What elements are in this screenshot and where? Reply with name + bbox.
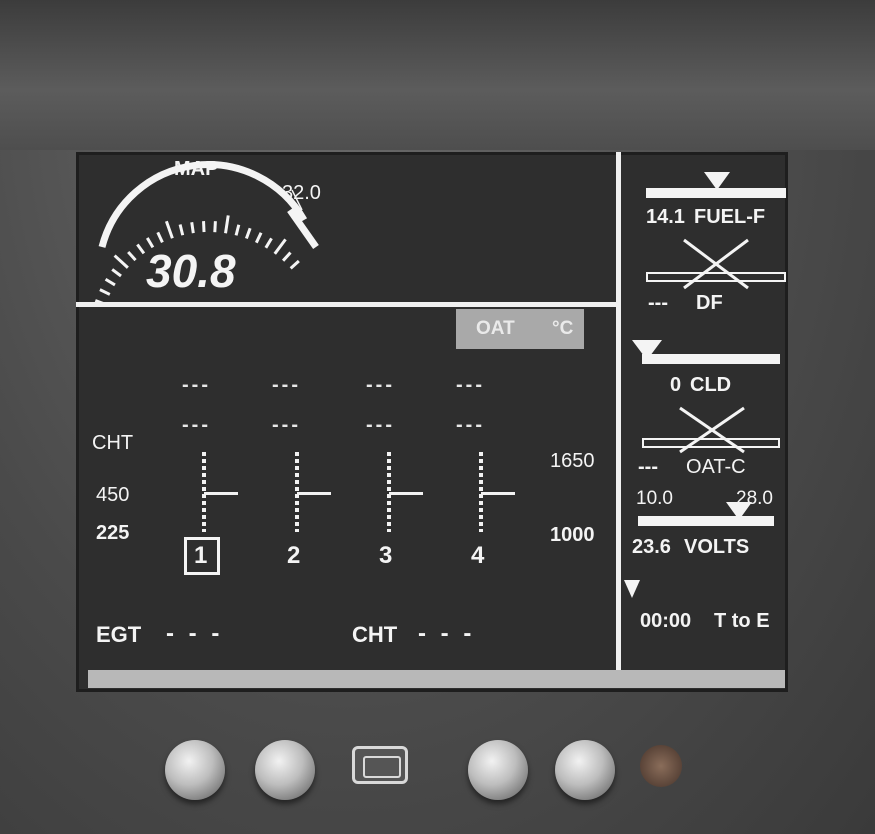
cylinder-3-label[interactable]: 3: [379, 542, 392, 570]
cyl1-top-dashes: ---: [182, 374, 211, 396]
t-to-e-pointer-icon: [624, 580, 640, 598]
cyl3-top-dashes: ---: [366, 374, 395, 396]
cht-scale-label: CHT: [92, 432, 134, 454]
cylinder-4-label[interactable]: 4: [471, 542, 484, 570]
button-4[interactable]: [555, 740, 615, 800]
oat-c-x-icon: [679, 406, 745, 454]
vertical-divider: [616, 152, 621, 670]
cyl4-tick: [481, 492, 515, 495]
oat-box-unit: °C: [552, 318, 574, 339]
map-gauge-tick: [273, 238, 287, 255]
df-bar: [646, 272, 786, 282]
t-to-e-label: T to E: [714, 610, 770, 632]
cht-footer-label: CHT: [352, 622, 398, 647]
cyl3-tick: [389, 492, 423, 495]
engine-monitor-screen: MAP 32.0 30.8 OAT °C --- --- --- --- ---…: [76, 152, 788, 692]
egt-footer-label: EGT: [96, 622, 142, 647]
egt-footer-value: - - -: [166, 620, 224, 647]
map-gauge-tick: [127, 250, 137, 262]
map-gauge-tick: [213, 221, 217, 233]
horizontal-divider: [76, 302, 616, 307]
cht-scale-top: 450: [96, 484, 130, 506]
cyl4-top-dashes: ---: [456, 374, 485, 396]
light-sensor-icon: [640, 745, 682, 787]
cylinder-2-label[interactable]: 2: [287, 542, 300, 570]
cht-scale-bottom: 225: [96, 522, 130, 544]
map-gauge-tick: [190, 222, 195, 234]
oat-box-label: OAT: [476, 318, 515, 339]
map-gauge-tick: [254, 232, 263, 244]
usb-port-icon: [352, 746, 408, 784]
map-gauge-tick: [113, 254, 129, 269]
egt-scale-top: 1650: [550, 450, 595, 472]
button-1[interactable]: [165, 740, 225, 800]
cht-footer-value: - - -: [418, 620, 476, 647]
oat-box: OAT °C: [456, 309, 584, 349]
bezel-top: [0, 0, 875, 150]
fuel-flow-bar: [646, 188, 786, 198]
map-gauge-tick: [264, 237, 273, 249]
button-2[interactable]: [255, 740, 315, 800]
cyl3-second-dashes: ---: [366, 414, 395, 436]
df-label: DF: [696, 292, 723, 314]
cylinder-1-label[interactable]: 1: [194, 542, 207, 570]
map-gauge-tick: [224, 215, 230, 234]
cyl2-second-dashes: ---: [272, 414, 301, 436]
map-value: 30.8: [146, 245, 236, 297]
cyl1-second-dashes: ---: [182, 414, 211, 436]
cyl2-tick: [297, 492, 331, 495]
map-gauge-tick: [136, 243, 146, 255]
t-to-e-value: 00:00: [640, 610, 692, 632]
volts-label: VOLTS: [684, 536, 750, 558]
map-gauge-tick: [99, 288, 111, 296]
map-gauge-tick: [156, 231, 164, 243]
status-bar: [88, 670, 785, 688]
map-label: MAP: [174, 158, 219, 180]
egt-scale-bottom: 1000: [550, 524, 595, 546]
map-gauge-tick: [289, 259, 300, 270]
map-gauge-tick: [234, 224, 241, 236]
volts-min: 10.0: [636, 488, 673, 509]
cyl1-tick: [204, 492, 238, 495]
df-value: ---: [648, 292, 668, 314]
oat-c-bar: [642, 438, 780, 448]
oat-c-label: OAT-C: [686, 456, 746, 478]
volts-value: 23.6: [632, 536, 671, 558]
map-gauge-tick: [164, 220, 174, 239]
fuel-flow-value: 14.1: [646, 206, 685, 228]
cyl2-top-dashes: ---: [272, 374, 301, 396]
fuel-flow-label: FUEL-F: [694, 206, 766, 228]
map-gauge-tick: [281, 251, 292, 262]
map-gauge-tick: [244, 227, 252, 240]
cld-value: 0: [670, 374, 682, 396]
volts-bar: [638, 516, 774, 526]
cld-bar: [642, 354, 780, 364]
cld-label: CLD: [690, 374, 732, 396]
map-gauge-tick: [111, 268, 122, 278]
map-gauge-tick: [104, 277, 116, 287]
df-x-icon: [683, 238, 749, 290]
button-3[interactable]: [468, 740, 528, 800]
cyl4-second-dashes: ---: [456, 414, 485, 436]
oat-c-value: ---: [638, 456, 658, 478]
map-max-label: 32.0: [282, 182, 321, 204]
map-gauge-tick: [178, 224, 185, 236]
